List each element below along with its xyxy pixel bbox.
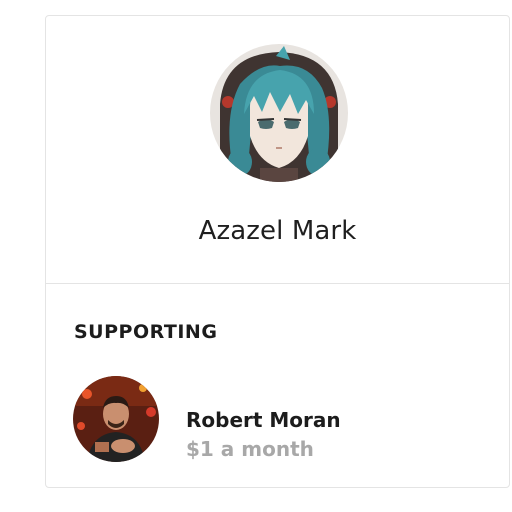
supporter-list-item[interactable]: Robert Moran $1 a month [73,376,483,462]
supporter-price: $1 a month [186,437,314,461]
profile-section: Azazel Mark [46,16,509,284]
supporting-heading: SUPPORTING [74,321,218,343]
profile-avatar[interactable] [210,44,348,182]
person-photo-icon [73,376,159,462]
anime-character-icon [210,44,348,182]
supporter-name[interactable]: Robert Moran [186,408,341,432]
profile-name: Azazel Mark [198,216,357,246]
profile-card: Azazel Mark SUPPORTING Robert Moran $1 a… [45,15,510,488]
supporter-avatar[interactable] [73,376,159,462]
